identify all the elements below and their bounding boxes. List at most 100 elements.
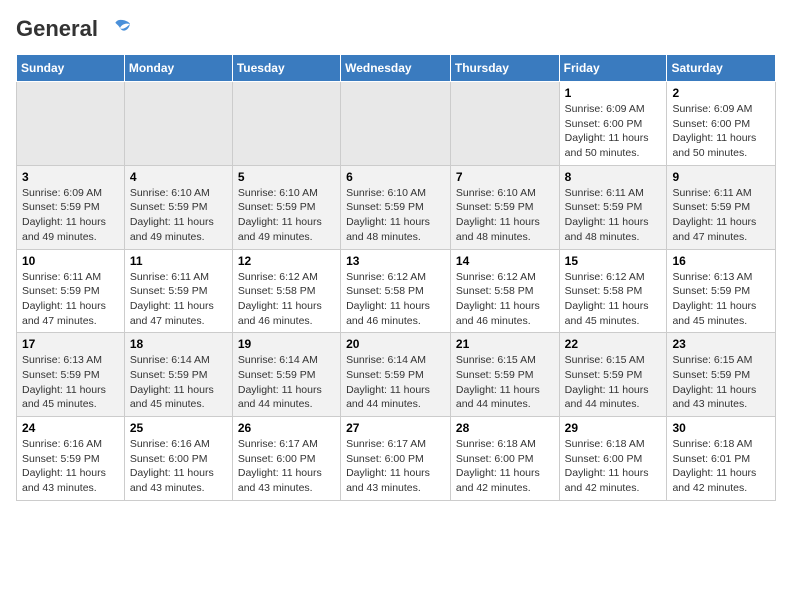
- day-number: 21: [456, 337, 554, 351]
- calendar-week-row: 17Sunrise: 6:13 AM Sunset: 5:59 PM Dayli…: [17, 333, 776, 417]
- calendar-day-cell: 6Sunrise: 6:10 AM Sunset: 5:59 PM Daylig…: [341, 165, 451, 249]
- calendar-day-cell: 3 Sunrise: 6:09 AM Sunset: 5:59 PM Daylig…: [17, 165, 125, 249]
- calendar-day-cell: 9 Sunrise: 6:11 AM Sunset: 5:59 PM Daylig…: [667, 165, 776, 249]
- day-info: Sunrise: 6:12 AM Sunset: 5:58 PM Dayligh…: [456, 270, 554, 329]
- day-number: 13: [346, 254, 445, 268]
- calendar-day-cell: [124, 82, 232, 166]
- day-info: Sunrise: 6:18 AM Sunset: 6:00 PM Dayligh…: [456, 437, 554, 496]
- day-number: 25: [130, 421, 227, 435]
- day-number: 2: [672, 86, 770, 100]
- calendar-day-cell: 22 Sunrise: 6:15 AM Sunset: 5:59 PM Dayli…: [559, 333, 667, 417]
- calendar-day-cell: 17Sunrise: 6:13 AM Sunset: 5:59 PM Dayli…: [17, 333, 125, 417]
- calendar-day-cell: [450, 82, 559, 166]
- calendar-day-cell: [17, 82, 125, 166]
- day-info: Sunrise: 6:11 AM Sunset: 5:59 PM Dayligh…: [130, 270, 227, 329]
- day-number: 6: [346, 170, 445, 184]
- calendar-day-cell: 11 Sunrise: 6:11 AM Sunset: 5:59 PM Dayli…: [124, 249, 232, 333]
- day-number: 15: [565, 254, 662, 268]
- calendar-day-cell: 7Sunrise: 6:10 AM Sunset: 5:59 PM Daylig…: [450, 165, 559, 249]
- day-info: Sunrise: 6:16 AM Sunset: 5:59 PM Dayligh…: [22, 437, 119, 496]
- day-info: Sunrise: 6:09 AM Sunset: 6:00 PM Dayligh…: [672, 102, 770, 161]
- calendar-day-cell: 2 Sunrise: 6:09 AM Sunset: 6:00 PM Daylig…: [667, 82, 776, 166]
- calendar-day-cell: 15 Sunrise: 6:12 AM Sunset: 5:58 PM Dayli…: [559, 249, 667, 333]
- day-number: 23: [672, 337, 770, 351]
- day-number: 16: [672, 254, 770, 268]
- day-header-friday: Friday: [559, 55, 667, 82]
- day-info: Sunrise: 6:12 AM Sunset: 5:58 PM Dayligh…: [346, 270, 445, 329]
- calendar-day-cell: 10Sunrise: 6:11 AM Sunset: 5:59 PM Dayli…: [17, 249, 125, 333]
- logo-bird-icon: [100, 18, 132, 38]
- calendar-day-cell: 25Sunrise: 6:16 AM Sunset: 6:00 PM Dayli…: [124, 417, 232, 501]
- day-info: Sunrise: 6:15 AM Sunset: 5:59 PM Dayligh…: [672, 353, 770, 412]
- day-info: Sunrise: 6:17 AM Sunset: 6:00 PM Dayligh…: [346, 437, 445, 496]
- calendar-day-cell: 30 Sunrise: 6:18 AM Sunset: 6:01 PM Dayli…: [667, 417, 776, 501]
- calendar-day-cell: 27 Sunrise: 6:17 AM Sunset: 6:00 PM Dayli…: [341, 417, 451, 501]
- day-number: 4: [130, 170, 227, 184]
- day-info: Sunrise: 6:15 AM Sunset: 5:59 PM Dayligh…: [565, 353, 662, 412]
- calendar-week-row: 1Sunrise: 6:09 AM Sunset: 6:00 PM Daylig…: [17, 82, 776, 166]
- day-header-saturday: Saturday: [667, 55, 776, 82]
- calendar-day-cell: 13 Sunrise: 6:12 AM Sunset: 5:58 PM Dayli…: [341, 249, 451, 333]
- calendar-week-row: 10Sunrise: 6:11 AM Sunset: 5:59 PM Dayli…: [17, 249, 776, 333]
- day-info: Sunrise: 6:13 AM Sunset: 5:59 PM Dayligh…: [22, 353, 119, 412]
- calendar-day-cell: [232, 82, 340, 166]
- calendar-day-cell: 28 Sunrise: 6:18 AM Sunset: 6:00 PM Dayli…: [450, 417, 559, 501]
- day-number: 9: [672, 170, 770, 184]
- day-info: Sunrise: 6:12 AM Sunset: 5:58 PM Dayligh…: [238, 270, 335, 329]
- calendar-day-cell: 1Sunrise: 6:09 AM Sunset: 6:00 PM Daylig…: [559, 82, 667, 166]
- day-number: 3: [22, 170, 119, 184]
- calendar-day-cell: 14Sunrise: 6:12 AM Sunset: 5:58 PM Dayli…: [450, 249, 559, 333]
- day-header-monday: Monday: [124, 55, 232, 82]
- day-number: 19: [238, 337, 335, 351]
- day-header-sunday: Sunday: [17, 55, 125, 82]
- day-number: 27: [346, 421, 445, 435]
- calendar-day-cell: 4 Sunrise: 6:10 AM Sunset: 5:59 PM Daylig…: [124, 165, 232, 249]
- calendar-day-cell: 23 Sunrise: 6:15 AM Sunset: 5:59 PM Dayli…: [667, 333, 776, 417]
- day-info: Sunrise: 6:09 AM Sunset: 5:59 PM Dayligh…: [22, 186, 119, 245]
- day-number: 11: [130, 254, 227, 268]
- calendar-day-cell: 16Sunrise: 6:13 AM Sunset: 5:59 PM Dayli…: [667, 249, 776, 333]
- calendar-day-cell: [341, 82, 451, 166]
- day-info: Sunrise: 6:12 AM Sunset: 5:58 PM Dayligh…: [565, 270, 662, 329]
- day-number: 28: [456, 421, 554, 435]
- calendar-day-cell: 20 Sunrise: 6:14 AM Sunset: 5:59 PM Dayli…: [341, 333, 451, 417]
- day-info: Sunrise: 6:14 AM Sunset: 5:59 PM Dayligh…: [130, 353, 227, 412]
- calendar-week-row: 24Sunrise: 6:16 AM Sunset: 5:59 PM Dayli…: [17, 417, 776, 501]
- calendar-day-cell: 19 Sunrise: 6:14 AM Sunset: 5:59 PM Dayli…: [232, 333, 340, 417]
- calendar-header-row: SundayMondayTuesdayWednesdayThursdayFrid…: [17, 55, 776, 82]
- day-header-thursday: Thursday: [450, 55, 559, 82]
- day-info: Sunrise: 6:14 AM Sunset: 5:59 PM Dayligh…: [346, 353, 445, 412]
- calendar-day-cell: 26Sunrise: 6:17 AM Sunset: 6:00 PM Dayli…: [232, 417, 340, 501]
- calendar-day-cell: 12 Sunrise: 6:12 AM Sunset: 5:58 PM Dayli…: [232, 249, 340, 333]
- day-info: Sunrise: 6:18 AM Sunset: 6:00 PM Dayligh…: [565, 437, 662, 496]
- day-header-tuesday: Tuesday: [232, 55, 340, 82]
- day-header-wednesday: Wednesday: [341, 55, 451, 82]
- calendar-day-cell: 29 Sunrise: 6:18 AM Sunset: 6:00 PM Dayli…: [559, 417, 667, 501]
- day-info: Sunrise: 6:18 AM Sunset: 6:01 PM Dayligh…: [672, 437, 770, 496]
- day-info: Sunrise: 6:10 AM Sunset: 5:59 PM Dayligh…: [238, 186, 335, 245]
- day-number: 7: [456, 170, 554, 184]
- day-info: Sunrise: 6:17 AM Sunset: 6:00 PM Dayligh…: [238, 437, 335, 496]
- day-number: 5: [238, 170, 335, 184]
- logo-general-text: General: [16, 16, 98, 42]
- day-info: Sunrise: 6:14 AM Sunset: 5:59 PM Dayligh…: [238, 353, 335, 412]
- day-number: 22: [565, 337, 662, 351]
- day-number: 30: [672, 421, 770, 435]
- calendar-day-cell: 21 Sunrise: 6:15 AM Sunset: 5:59 PM Dayli…: [450, 333, 559, 417]
- logo: General: [16, 16, 132, 42]
- day-info: Sunrise: 6:15 AM Sunset: 5:59 PM Dayligh…: [456, 353, 554, 412]
- calendar-week-row: 3 Sunrise: 6:09 AM Sunset: 5:59 PM Daylig…: [17, 165, 776, 249]
- day-number: 12: [238, 254, 335, 268]
- day-number: 20: [346, 337, 445, 351]
- day-info: Sunrise: 6:11 AM Sunset: 5:59 PM Dayligh…: [565, 186, 662, 245]
- calendar-day-cell: 24Sunrise: 6:16 AM Sunset: 5:59 PM Dayli…: [17, 417, 125, 501]
- day-info: Sunrise: 6:11 AM Sunset: 5:59 PM Dayligh…: [672, 186, 770, 245]
- calendar-day-cell: 5 Sunrise: 6:10 AM Sunset: 5:59 PM Daylig…: [232, 165, 340, 249]
- day-info: Sunrise: 6:09 AM Sunset: 6:00 PM Dayligh…: [565, 102, 662, 161]
- day-number: 8: [565, 170, 662, 184]
- calendar-table: SundayMondayTuesdayWednesdayThursdayFrid…: [16, 54, 776, 501]
- day-number: 29: [565, 421, 662, 435]
- day-info: Sunrise: 6:10 AM Sunset: 5:59 PM Dayligh…: [130, 186, 227, 245]
- day-number: 18: [130, 337, 227, 351]
- calendar-day-cell: 8 Sunrise: 6:11 AM Sunset: 5:59 PM Daylig…: [559, 165, 667, 249]
